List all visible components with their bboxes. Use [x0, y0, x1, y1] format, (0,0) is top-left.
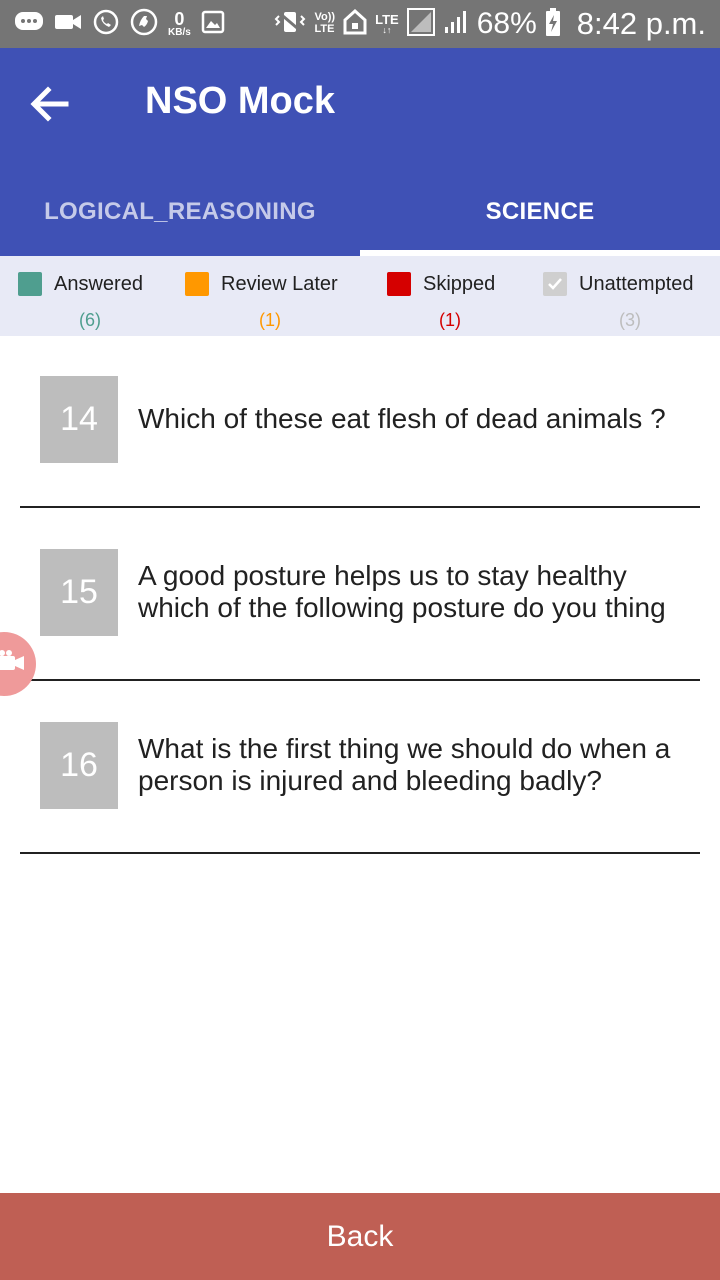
- question-number: 16: [40, 722, 118, 809]
- video-camera-icon: [54, 11, 82, 38]
- legend-skipped-label: Skipped: [423, 272, 496, 295]
- video-recorder-icon: [0, 649, 26, 680]
- legend-answered: Answered: [18, 272, 143, 296]
- home-icon: [343, 8, 367, 40]
- chat-bubble-icon: [14, 10, 44, 39]
- skipped-swatch: [387, 272, 411, 296]
- network-speed-indicator: 0 KB/s: [168, 10, 191, 38]
- volte-indicator: Vo)) LTE: [315, 12, 336, 35]
- question-number: 15: [40, 549, 118, 636]
- question-text: A good posture helps us to stay healthy …: [138, 560, 666, 623]
- volte-bottom-label: LTE: [314, 23, 335, 35]
- question-text: Which of these eat flesh of dead animals…: [138, 403, 666, 434]
- tab-bar: LOGICAL_REASONING SCIENCE: [0, 168, 720, 256]
- signal-sim1-icon: [406, 7, 435, 41]
- vibrate-icon: [273, 9, 307, 40]
- question-row[interactable]: 15 A good posture helps us to stay healt…: [20, 509, 700, 681]
- battery-charging-icon: [545, 7, 561, 42]
- legend-unattempted-label: Unattempted: [579, 272, 694, 295]
- gallery-icon: [201, 10, 225, 39]
- question-text: What is the first thing we should do whe…: [138, 733, 671, 796]
- app-bar: NSO Mock LOGICAL_REASONING SCIENCE: [0, 48, 720, 256]
- check-icon: [543, 272, 567, 296]
- legend-answered-count: (6): [79, 310, 101, 330]
- legend-skipped: Skipped: [387, 272, 495, 296]
- question-row[interactable]: 16 What is the first thing we should do …: [20, 682, 700, 854]
- clock: 8:42 p.m.: [576, 6, 706, 41]
- signal-sim2-icon: [443, 9, 469, 40]
- tab-science[interactable]: SCIENCE: [360, 168, 720, 256]
- review-later-swatch: [185, 272, 209, 296]
- back-button[interactable]: Back: [0, 1193, 720, 1280]
- question-row[interactable]: 14 Which of these eat flesh of dead anim…: [20, 336, 700, 508]
- lte-indicator: LTE ↓↑: [375, 12, 399, 35]
- whatsapp-icon: [92, 8, 120, 41]
- tab-logical-reasoning[interactable]: LOGICAL_REASONING: [0, 168, 360, 256]
- status-legend: Answered (6) Review Later (1) Skipped (1…: [0, 256, 720, 336]
- battery-percent: 68%: [476, 7, 537, 40]
- status-bar: 0 KB/s Vo)) LTE LTE ↓↑ 68% 8:42 p.m.: [0, 0, 720, 48]
- legend-answered-label: Answered: [54, 272, 143, 295]
- network-speed-value: 0: [174, 9, 185, 29]
- legend-review-later-label: Review Later: [221, 272, 338, 295]
- page-title: NSO Mock: [145, 80, 336, 122]
- phone-call-icon: [130, 8, 158, 41]
- question-number: 14: [40, 376, 118, 463]
- network-speed-unit: KB/s: [168, 27, 191, 38]
- legend-review-later: Review Later: [185, 272, 338, 296]
- legend-unattempted: Unattempted: [543, 272, 694, 296]
- back-arrow-icon[interactable]: [28, 84, 70, 124]
- legend-skipped-count: (1): [439, 310, 461, 330]
- answered-swatch: [18, 272, 42, 296]
- legend-review-later-count: (1): [259, 310, 281, 330]
- legend-unattempted-count: (3): [619, 310, 641, 330]
